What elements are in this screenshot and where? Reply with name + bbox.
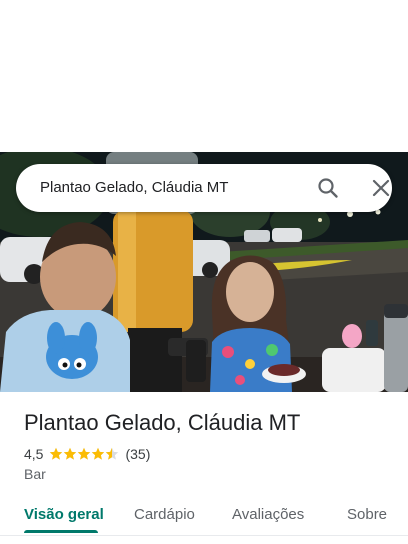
- star-icon: [64, 447, 77, 460]
- active-tab-indicator: [24, 530, 98, 533]
- tab-reviews[interactable]: Avaliações: [232, 506, 304, 523]
- tabs-divider: [0, 535, 408, 536]
- review-count[interactable]: (35): [125, 446, 150, 462]
- tab-menu[interactable]: Cardápio: [134, 506, 195, 523]
- place-title: Plantao Gelado, Cláudia MT: [24, 410, 301, 435]
- tab-about[interactable]: Sobre: [347, 506, 387, 523]
- rating-row[interactable]: 4,5 (35): [24, 445, 150, 463]
- star-rating: [49, 447, 119, 461]
- close-icon[interactable]: [369, 176, 393, 200]
- search-icon[interactable]: [316, 176, 340, 200]
- tab-overview[interactable]: Visão geral: [24, 506, 104, 523]
- star-icon: [106, 447, 119, 460]
- star-icon: [92, 447, 105, 460]
- place-info-panel: Plantao Gelado, Cláudia MT 4,5 (35) Bar …: [0, 392, 408, 544]
- search-query-text[interactable]: Plantao Gelado, Cláudia MT: [40, 179, 228, 196]
- map-blank-area[interactable]: [0, 0, 408, 152]
- rating-value: 4,5: [24, 446, 44, 462]
- star-icon: [78, 447, 91, 460]
- star-icon: [50, 447, 63, 460]
- place-category[interactable]: Bar: [24, 466, 46, 482]
- search-bar[interactable]: Plantao Gelado, Cláudia MT: [16, 164, 392, 212]
